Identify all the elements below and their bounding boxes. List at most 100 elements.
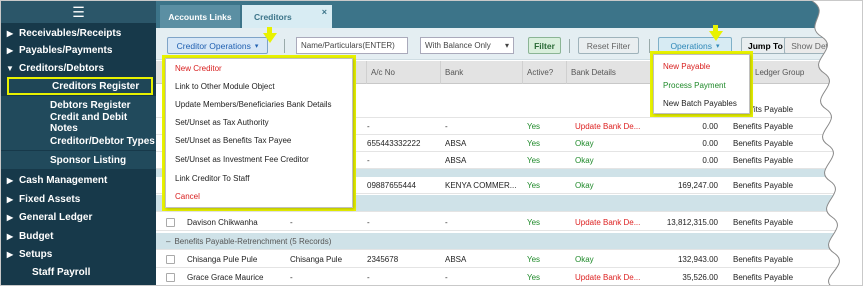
toolbar-divider <box>569 39 570 53</box>
caret-down-icon: ▼ <box>6 63 14 73</box>
caret-right-icon: ▶ <box>6 28 14 38</box>
annotation-arrow <box>263 33 277 43</box>
sidebar-item-label: Cash Management <box>19 174 108 186</box>
menu-item-new-payable[interactable]: New Payable <box>654 57 749 75</box>
sidebar-item-payables[interactable]: ▶ Payables/Payments <box>1 41 112 59</box>
select-value: With Balance Only <box>425 41 491 50</box>
balance-cell: 0.00 <box>702 122 718 131</box>
tab-label: Accounts Links <box>168 11 232 22</box>
sidebar-item-budget[interactable]: ▶ Budget <box>1 227 54 245</box>
active-cell: Yes <box>527 122 541 131</box>
sidebar-subitem-credit-debit-notes[interactable]: Credit and Debit Notes <box>1 112 156 134</box>
name-cell: Chisanga Pule Pule <box>187 255 258 264</box>
active-cell: Yes <box>527 218 541 227</box>
menu-item-cancel[interactable]: Cancel <box>166 187 352 205</box>
row-checkbox[interactable] <box>166 218 175 227</box>
button-label: Operations <box>670 40 713 51</box>
active-cell: Yes <box>527 181 541 190</box>
balance-cell: 0.00 <box>702 139 718 148</box>
sidebar-item-setups[interactable]: ▶ Setups <box>1 245 52 263</box>
active-cell: Yes <box>527 273 541 282</box>
button-label: Reset Filter <box>586 40 631 51</box>
menu-item-tax-authority[interactable]: Set/Unset as Tax Authority <box>166 113 352 131</box>
balance-cell: 35,526.00 <box>682 273 718 282</box>
group-header-text: Benefits Payable-Retrenchment (5 Records… <box>174 237 332 246</box>
bank-cell: - <box>445 218 448 227</box>
table-row[interactable]: Davison Chikwanha - - - Yes Update Bank … <box>156 214 862 231</box>
app-window: ☰ ▶ Receivables/Receipts ▶ Payables/Paym… <box>0 0 863 286</box>
sidebar-subitem-sponsor-listing[interactable]: Sponsor Listing <box>1 151 156 169</box>
sidebar-item-label: General Ledger <box>19 211 93 223</box>
creditor-operations-button[interactable]: Creditor Operations ▾ <box>167 37 268 54</box>
name-cell: Davison Chikwanha <box>187 218 258 227</box>
sidebar-item-staff-payroll[interactable]: Staff Payroll <box>1 263 90 281</box>
caret-right-icon: ▶ <box>6 45 14 55</box>
sidebar-item-fixed-assets[interactable]: ▶ Fixed Assets <box>1 190 80 208</box>
cname-cell: - <box>290 218 293 227</box>
tab-creditors[interactable]: Creditors × <box>242 5 332 28</box>
menu-toggle-icon[interactable]: ☰ <box>1 1 156 23</box>
sidebar-item-receivables[interactable]: ▶ Receivables/Receipts <box>1 24 121 42</box>
name-cell: Grace Grace Maurice <box>187 273 264 282</box>
update-bank-details-link[interactable]: Update Bank De... <box>575 269 645 285</box>
menu-item-benefits-tax-payee[interactable]: Set/Unset as Benefits Tax Payee <box>166 131 352 149</box>
column-header-bank-details[interactable]: Bank Details <box>566 61 650 84</box>
sidebar-subitem-creditors-register[interactable]: Creditors Register <box>7 77 153 95</box>
update-bank-details-link[interactable]: Update Bank De... <box>575 118 645 135</box>
column-header-acno[interactable]: A/c No <box>366 61 446 84</box>
menu-item-investment-fee-creditor[interactable]: Set/Unset as Investment Fee Creditor <box>166 150 352 168</box>
acno-cell: - <box>367 273 370 282</box>
torn-edge-decoration <box>811 1 862 285</box>
bank-details-cell: Okay <box>575 181 594 190</box>
close-icon[interactable]: × <box>322 7 327 17</box>
sidebar-item-label: Payables/Payments <box>19 44 113 56</box>
tab-accounts-links[interactable]: Accounts Links <box>160 5 240 28</box>
caret-right-icon: ▶ <box>6 249 14 259</box>
reset-filter-button[interactable]: Reset Filter <box>578 37 639 54</box>
acno-cell: - <box>367 122 370 131</box>
menu-item-new-creditor[interactable]: New Creditor <box>166 59 352 77</box>
menu-item-link-creditor-staff[interactable]: Link Creditor To Staff <box>166 169 352 187</box>
sidebar-item-label: Creditors/Debtors <box>19 62 105 74</box>
sidebar-item-label: Fixed Assets <box>19 193 81 205</box>
group-header-label: – Benefits Payable-Retrenchment (5 Record… <box>166 233 331 250</box>
toolbar-divider <box>284 39 285 53</box>
menu-item-process-payment[interactable]: Process Payment <box>654 76 749 94</box>
active-cell: Yes <box>527 139 541 148</box>
active-cell: Yes <box>527 255 541 264</box>
balance-cell: 169,247.00 <box>677 181 718 190</box>
minus-icon[interactable]: – <box>166 237 170 246</box>
bank-cell: KENYA COMMER... <box>445 181 517 190</box>
operations-menu: New Payable Process Payment New Batch Pa… <box>653 54 750 114</box>
row-checkbox[interactable] <box>166 255 175 264</box>
caret-right-icon: ▶ <box>6 175 14 185</box>
creditor-operations-menu: New Creditor Link to Other Module Object… <box>165 58 353 208</box>
bank-cell: - <box>445 273 448 282</box>
sidebar-item-cash-management[interactable]: ▶ Cash Management <box>1 171 107 189</box>
menu-item-new-batch-payables[interactable]: New Batch Payables <box>654 94 749 112</box>
table-row[interactable]: Grace Grace Maurice - - - Yes Update Ban… <box>156 269 862 285</box>
bank-cell: - <box>445 122 448 131</box>
menu-item-link-module-object[interactable]: Link to Other Module Object <box>166 77 352 95</box>
update-bank-details-link[interactable]: Update Bank De... <box>575 214 645 231</box>
table-row[interactable]: Chisanga Pule Pule Chisanga Pule 2345678… <box>156 251 862 268</box>
sidebar-subitem-creditor-debtor-types[interactable]: Creditor/Debtor Types <box>1 132 156 150</box>
balance-cell: 0.00 <box>702 156 718 165</box>
column-header-bank[interactable]: Bank <box>440 61 522 84</box>
sidebar-subitem-label: Creditors Register <box>52 80 140 92</box>
search-input[interactable]: Name/Particulars(ENTER) <box>296 37 408 54</box>
button-label: Jump To <box>748 40 783 51</box>
balance-cell: 132,943.00 <box>677 255 718 264</box>
sidebar-subitem-label: Credit and Debit Notes <box>50 112 128 134</box>
main-panel: Accounts Links Creditors × Creditor Oper… <box>156 1 862 285</box>
bank-details-cell: Okay <box>575 255 594 264</box>
row-checkbox[interactable] <box>166 273 175 282</box>
sidebar-item-creditors-debtors[interactable]: ▼ Creditors/Debtors <box>1 59 104 77</box>
sidebar-item-general-ledger[interactable]: ▶ General Ledger <box>1 208 92 226</box>
group-row[interactable]: – Benefits Payable-Retrenchment (5 Record… <box>156 233 862 250</box>
menu-item-update-bank-details[interactable]: Update Members/Beneficiaries Bank Detail… <box>166 95 352 113</box>
filter-button[interactable]: Filter <box>528 37 561 54</box>
column-header-active[interactable]: Active? <box>522 61 566 84</box>
acno-cell: 655443332222 <box>367 139 421 148</box>
balance-filter-select[interactable]: With Balance Only ▾ <box>420 37 514 54</box>
